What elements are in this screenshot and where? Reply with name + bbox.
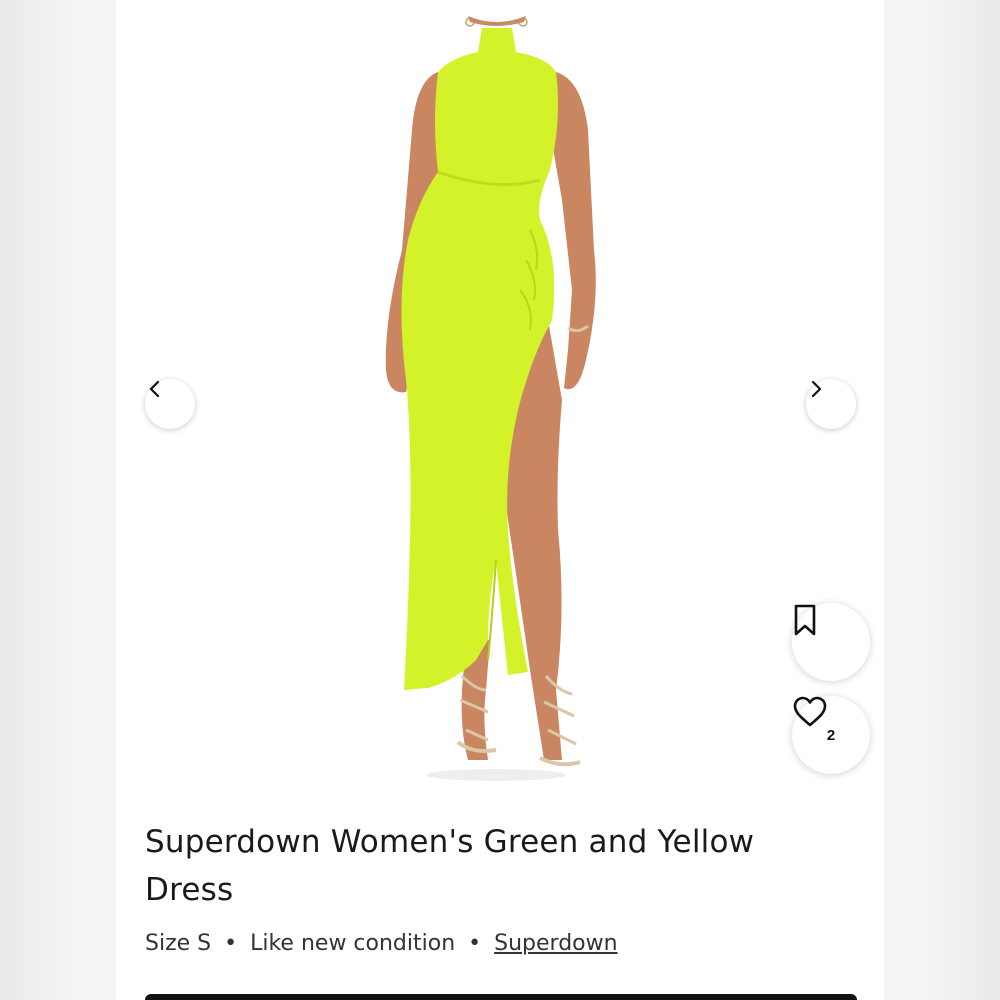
- size-text: Size S: [145, 931, 212, 956]
- heart-icon: [793, 696, 827, 727]
- like-count: 2: [826, 727, 836, 744]
- like-button[interactable]: 2: [792, 696, 870, 774]
- listing-card: 2 Superdown Women's Green and Yellow Dre…: [116, 0, 884, 1000]
- previous-photo-button[interactable]: [145, 379, 195, 429]
- listing-meta: Size S • Like new condition • Superdown: [145, 931, 618, 956]
- bookmark-button[interactable]: [792, 603, 870, 681]
- listing-title: Superdown Women's Green and Yellow Dress: [145, 824, 755, 908]
- meta-separator: •: [468, 931, 482, 956]
- product-photo[interactable]: 2: [116, 0, 884, 800]
- dress-illustration: [385, 16, 596, 781]
- meta-separator: •: [224, 931, 238, 956]
- primary-action-bar[interactable]: [145, 994, 857, 1000]
- condition-text: Like new condition: [250, 931, 456, 956]
- next-photo-button[interactable]: [806, 379, 856, 429]
- bookmark-icon: [794, 604, 816, 636]
- brand-link[interactable]: Superdown: [494, 931, 617, 956]
- chevron-right-icon: [811, 380, 822, 398]
- chevron-left-icon: [149, 380, 160, 398]
